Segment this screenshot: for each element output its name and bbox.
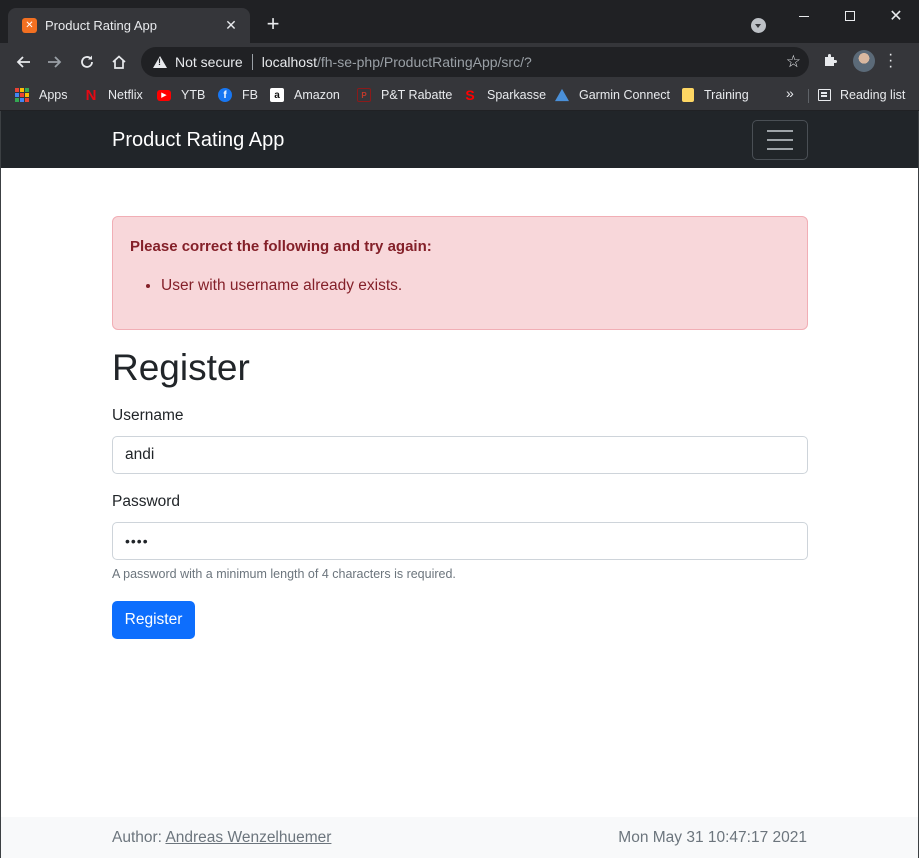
username-label: Username — [112, 407, 184, 424]
bookmark-netflix[interactable]: N Netflix — [84, 85, 143, 105]
tab-close-icon[interactable]: ✕ — [222, 17, 240, 34]
address-bar[interactable]: Not secure localhost/fh-se-php/ProductRa… — [141, 47, 809, 77]
bookmark-label: Netflix — [108, 88, 143, 102]
bookmark-label: Garmin Connect — [579, 88, 671, 102]
hamburger-icon — [767, 130, 793, 132]
bookmarks-divider — [808, 89, 809, 103]
new-tab-button[interactable]: + — [261, 12, 285, 36]
error-alert: Please correct the following and try aga… — [112, 216, 808, 330]
reading-list-button[interactable]: Reading list — [818, 85, 905, 105]
register-button[interactable]: Register — [112, 601, 195, 639]
security-status[interactable]: Not secure — [175, 54, 243, 70]
author-link[interactable]: Andreas Wenzelhuemer — [165, 829, 331, 846]
bookmark-garmin[interactable]: Garmin Connect — [555, 85, 670, 105]
amazon-icon: a — [270, 88, 284, 102]
bookmark-training[interactable]: Training — [682, 85, 749, 105]
youtube-icon: ▶ — [157, 89, 171, 101]
reload-icon — [81, 55, 93, 68]
pt-icon: P — [357, 88, 371, 102]
home-button[interactable] — [106, 49, 132, 75]
bookmark-ytb[interactable]: ▶ YTB — [157, 85, 205, 105]
username-field[interactable]: andi — [112, 436, 808, 474]
footer-author: Author: Andreas Wenzelhuemer — [112, 829, 331, 847]
extensions-puzzle-icon[interactable] — [822, 52, 838, 73]
bookmark-amazon[interactable]: a Amazon — [270, 85, 340, 105]
footer-timestamp: Mon May 31 10:47:17 2021 — [618, 829, 807, 846]
bookmarks-bar: Apps N Netflix ▶ YTB f FB a Amazon P P&T… — [0, 80, 919, 111]
page-viewport: Product Rating App Please correct the fo… — [0, 111, 919, 858]
facebook-icon: f — [218, 88, 232, 102]
omnibox-divider — [251, 54, 253, 70]
xampp-icon: ✕ — [22, 18, 37, 33]
password-label: Password — [112, 493, 181, 510]
apps-grid-icon — [15, 88, 29, 102]
page-title: Register — [112, 347, 250, 388]
bookmark-label: Training — [704, 88, 749, 102]
maximize-icon — [845, 11, 855, 21]
arrow-left-icon — [16, 56, 30, 68]
bookmarks-overflow-button[interactable]: » — [786, 85, 794, 101]
garmin-icon — [555, 88, 569, 102]
menu-kebab-icon[interactable]: · · · — [888, 47, 893, 75]
browser-toolbar: Not secure localhost/fh-se-php/ProductRa… — [0, 43, 919, 80]
arrow-right-icon — [48, 56, 62, 68]
bookmark-label: P&T Rabatte — [381, 88, 453, 102]
bookmark-sparkasse[interactable]: S Sparkasse — [463, 85, 546, 105]
bookmark-label: YTB — [181, 88, 206, 102]
hamburger-icon — [767, 139, 793, 141]
bookmark-label: FB — [242, 88, 258, 102]
tab-strip: ✕ Product Rating App ✕ + ✕ — [0, 0, 919, 43]
bookmark-label: Sparkasse — [487, 88, 547, 102]
bookmark-pt-rabatte[interactable]: P P&T Rabatte — [357, 85, 452, 105]
warning-icon — [153, 56, 167, 68]
tab-search-icon[interactable] — [751, 18, 766, 33]
maximize-button[interactable] — [827, 0, 873, 32]
bookmark-apps[interactable]: Apps — [15, 85, 68, 105]
profile-avatar[interactable] — [853, 50, 875, 72]
sparkasse-icon: S — [465, 87, 475, 103]
password-help-text: A password with a minimum length of 4 ch… — [112, 567, 456, 581]
url-text[interactable]: localhost/fh-se-php/ProductRatingApp/src… — [262, 54, 532, 70]
page-footer: Author: Andreas Wenzelhuemer Mon May 31 … — [1, 817, 918, 858]
reading-list-label: Reading list — [840, 88, 906, 102]
bookmark-label: Amazon — [294, 88, 340, 102]
minimize-icon — [799, 15, 809, 17]
forward-button[interactable] — [42, 49, 68, 75]
password-field[interactable]: •••• — [112, 522, 808, 560]
alert-heading: Please correct the following and try aga… — [130, 238, 432, 255]
browser-tab[interactable]: ✕ Product Rating App ✕ — [8, 8, 250, 43]
author-prefix: Author: — [112, 829, 166, 846]
url-path: /fh-se-php/ProductRatingApp/src/? — [316, 54, 532, 70]
navbar-brand[interactable]: Product Rating App — [112, 129, 284, 152]
bookmark-star-icon[interactable]: ☆ — [786, 52, 801, 72]
minimize-button[interactable] — [781, 0, 827, 32]
hamburger-icon — [767, 148, 793, 150]
close-window-button[interactable]: ✕ — [873, 0, 919, 32]
netflix-icon: N — [85, 86, 97, 104]
navbar-toggler-button[interactable] — [752, 120, 808, 160]
app-navbar: Product Rating App — [1, 111, 918, 168]
folder-icon — [682, 88, 694, 102]
bookmark-fb[interactable]: f FB — [218, 85, 258, 105]
back-button[interactable] — [10, 49, 36, 75]
reading-list-icon — [818, 89, 831, 101]
error-item: User with username already exists. — [161, 277, 402, 295]
reload-button[interactable] — [74, 49, 100, 75]
url-host: localhost — [261, 54, 317, 70]
bookmark-label: Apps — [39, 88, 68, 102]
tab-title: Product Rating App — [45, 18, 158, 33]
error-list: User with username already exists. — [161, 277, 402, 295]
home-icon — [112, 55, 126, 69]
